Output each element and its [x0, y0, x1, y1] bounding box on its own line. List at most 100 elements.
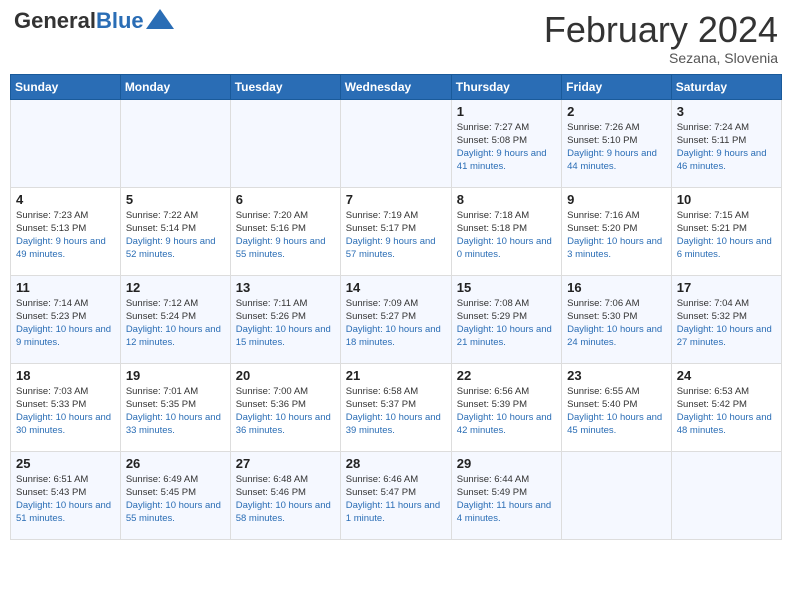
calendar-cell: 21 Sunrise: 6:58 AMSunset: 5:37 PMDayligh… — [340, 363, 451, 451]
calendar-cell: 12 Sunrise: 7:12 AMSunset: 5:24 PMDayligh… — [120, 275, 230, 363]
calendar-cell: 14 Sunrise: 7:09 AMSunset: 5:27 PMDayligh… — [340, 275, 451, 363]
day-number: 26 — [126, 456, 225, 471]
day-number: 4 — [16, 192, 115, 207]
day-info: Sunrise: 6:46 AMSunset: 5:47 PMDaylight:… — [346, 473, 446, 526]
weekday-header: Wednesday — [340, 74, 451, 99]
calendar-cell: 4Sunrise: 7:23 AMSunset: 5:13 PMDaylight… — [11, 187, 121, 275]
calendar-cell — [562, 451, 672, 539]
calendar-cell: 13 Sunrise: 7:11 AMSunset: 5:26 PMDayligh… — [230, 275, 340, 363]
day-number: 17 — [677, 280, 776, 295]
calendar-cell: 9 Sunrise: 7:16 AMSunset: 5:20 PMDaylight… — [562, 187, 672, 275]
day-number: 7 — [346, 192, 446, 207]
calendar-week-row: 18 Sunrise: 7:03 AMSunset: 5:33 PMDayligh… — [11, 363, 782, 451]
day-info: Sunrise: 7:09 AMSunset: 5:27 PMDaylight:… — [346, 297, 446, 350]
day-number: 22 — [457, 368, 556, 383]
day-info: Sunrise: 7:16 AMSunset: 5:20 PMDaylight:… — [567, 209, 666, 262]
day-info: Sunrise: 7:15 AMSunset: 5:21 PMDaylight:… — [677, 209, 776, 262]
logo-text: GeneralBlue — [14, 10, 144, 32]
calendar-cell: 28Sunrise: 6:46 AMSunset: 5:47 PMDayligh… — [340, 451, 451, 539]
day-number: 19 — [126, 368, 225, 383]
calendar-cell: 25Sunrise: 6:51 AMSunset: 5:43 PMDayligh… — [11, 451, 121, 539]
calendar-week-row: 1 Sunrise: 7:27 AMSunset: 5:08 PMDaylight… — [11, 99, 782, 187]
day-info: Sunrise: 7:22 AMSunset: 5:14 PMDaylight:… — [126, 209, 225, 262]
weekday-header: Monday — [120, 74, 230, 99]
weekday-header: Tuesday — [230, 74, 340, 99]
day-info: Sunrise: 7:27 AMSunset: 5:08 PMDaylight:… — [457, 121, 556, 174]
day-info: Sunrise: 7:20 AMSunset: 5:16 PMDaylight:… — [236, 209, 335, 262]
day-info: Sunrise: 7:14 AMSunset: 5:23 PMDaylight:… — [16, 297, 115, 350]
day-number: 9 — [567, 192, 666, 207]
calendar-cell: 16 Sunrise: 7:06 AMSunset: 5:30 PMDayligh… — [562, 275, 672, 363]
day-number: 2 — [567, 104, 666, 119]
calendar-cell: 24 Sunrise: 6:53 AMSunset: 5:42 PMDayligh… — [671, 363, 781, 451]
day-number: 6 — [236, 192, 335, 207]
day-info: Sunrise: 6:53 AMSunset: 5:42 PMDaylight:… — [677, 385, 776, 438]
calendar-cell: 1 Sunrise: 7:27 AMSunset: 5:08 PMDaylight… — [451, 99, 561, 187]
location: Sezana, Slovenia — [544, 50, 778, 66]
day-number: 24 — [677, 368, 776, 383]
day-number: 11 — [16, 280, 115, 295]
day-number: 29 — [457, 456, 556, 471]
day-info: Sunrise: 7:06 AMSunset: 5:30 PMDaylight:… — [567, 297, 666, 350]
calendar-cell — [671, 451, 781, 539]
day-number: 27 — [236, 456, 335, 471]
calendar-cell: 26 Sunrise: 6:49 AMSunset: 5:45 PMDayligh… — [120, 451, 230, 539]
calendar-cell: 17Sunrise: 7:04 AMSunset: 5:32 PMDayligh… — [671, 275, 781, 363]
day-info: Sunrise: 6:44 AMSunset: 5:49 PMDaylight:… — [457, 473, 556, 526]
calendar-cell: 8 Sunrise: 7:18 AMSunset: 5:18 PMDaylight… — [451, 187, 561, 275]
day-info: Sunrise: 6:58 AMSunset: 5:37 PMDaylight:… — [346, 385, 446, 438]
day-info: Sunrise: 7:12 AMSunset: 5:24 PMDaylight:… — [126, 297, 225, 350]
day-number: 5 — [126, 192, 225, 207]
calendar-cell: 7 Sunrise: 7:19 AMSunset: 5:17 PMDaylight… — [340, 187, 451, 275]
weekday-header: Thursday — [451, 74, 561, 99]
day-number: 20 — [236, 368, 335, 383]
calendar-week-row: 11 Sunrise: 7:14 AMSunset: 5:23 PMDayligh… — [11, 275, 782, 363]
day-number: 14 — [346, 280, 446, 295]
month-title: February 2024 — [544, 10, 778, 50]
day-info: Sunrise: 6:49 AMSunset: 5:45 PMDaylight:… — [126, 473, 225, 526]
day-info: Sunrise: 7:08 AMSunset: 5:29 PMDaylight:… — [457, 297, 556, 350]
day-number: 21 — [346, 368, 446, 383]
day-number: 1 — [457, 104, 556, 119]
calendar-cell — [340, 99, 451, 187]
calendar-cell — [230, 99, 340, 187]
day-info: Sunrise: 7:00 AMSunset: 5:36 PMDaylight:… — [236, 385, 335, 438]
weekday-header: Saturday — [671, 74, 781, 99]
calendar-cell: 6 Sunrise: 7:20 AMSunset: 5:16 PMDaylight… — [230, 187, 340, 275]
calendar-cell — [120, 99, 230, 187]
day-number: 13 — [236, 280, 335, 295]
day-number: 15 — [457, 280, 556, 295]
calendar-cell: 22 Sunrise: 6:56 AMSunset: 5:39 PMDayligh… — [451, 363, 561, 451]
calendar-cell: 10 Sunrise: 7:15 AMSunset: 5:21 PMDayligh… — [671, 187, 781, 275]
logo-icon — [146, 9, 174, 29]
weekday-header: Sunday — [11, 74, 121, 99]
day-number: 25 — [16, 456, 115, 471]
calendar-cell: 15 Sunrise: 7:08 AMSunset: 5:29 PMDayligh… — [451, 275, 561, 363]
calendar-cell: 27 Sunrise: 6:48 AMSunset: 5:46 PMDayligh… — [230, 451, 340, 539]
calendar-cell: 20 Sunrise: 7:00 AMSunset: 5:36 PMDayligh… — [230, 363, 340, 451]
day-info: Sunrise: 6:55 AMSunset: 5:40 PMDaylight:… — [567, 385, 666, 438]
day-info: Sunrise: 6:56 AMSunset: 5:39 PMDaylight:… — [457, 385, 556, 438]
calendar-week-row: 25Sunrise: 6:51 AMSunset: 5:43 PMDayligh… — [11, 451, 782, 539]
day-number: 18 — [16, 368, 115, 383]
calendar-cell: 5 Sunrise: 7:22 AMSunset: 5:14 PMDaylight… — [120, 187, 230, 275]
title-area: February 2024 Sezana, Slovenia — [544, 10, 778, 66]
day-number: 8 — [457, 192, 556, 207]
day-info: Sunrise: 6:48 AMSunset: 5:46 PMDaylight:… — [236, 473, 335, 526]
day-info: Sunrise: 7:01 AMSunset: 5:35 PMDaylight:… — [126, 385, 225, 438]
day-info: Sunrise: 7:03 AMSunset: 5:33 PMDaylight:… — [16, 385, 115, 438]
day-number: 23 — [567, 368, 666, 383]
calendar-cell: 3Sunrise: 7:24 AMSunset: 5:11 PMDaylight… — [671, 99, 781, 187]
day-number: 12 — [126, 280, 225, 295]
day-info: Sunrise: 7:18 AMSunset: 5:18 PMDaylight:… — [457, 209, 556, 262]
day-info: Sunrise: 7:11 AMSunset: 5:26 PMDaylight:… — [236, 297, 335, 350]
day-number: 3 — [677, 104, 776, 119]
day-info: Sunrise: 7:26 AMSunset: 5:10 PMDaylight:… — [567, 121, 666, 174]
day-info: Sunrise: 7:19 AMSunset: 5:17 PMDaylight:… — [346, 209, 446, 262]
weekday-header-row: SundayMondayTuesdayWednesdayThursdayFrid… — [11, 74, 782, 99]
day-number: 10 — [677, 192, 776, 207]
weekday-header: Friday — [562, 74, 672, 99]
calendar-cell: 11 Sunrise: 7:14 AMSunset: 5:23 PMDayligh… — [11, 275, 121, 363]
day-number: 16 — [567, 280, 666, 295]
calendar-week-row: 4Sunrise: 7:23 AMSunset: 5:13 PMDaylight… — [11, 187, 782, 275]
